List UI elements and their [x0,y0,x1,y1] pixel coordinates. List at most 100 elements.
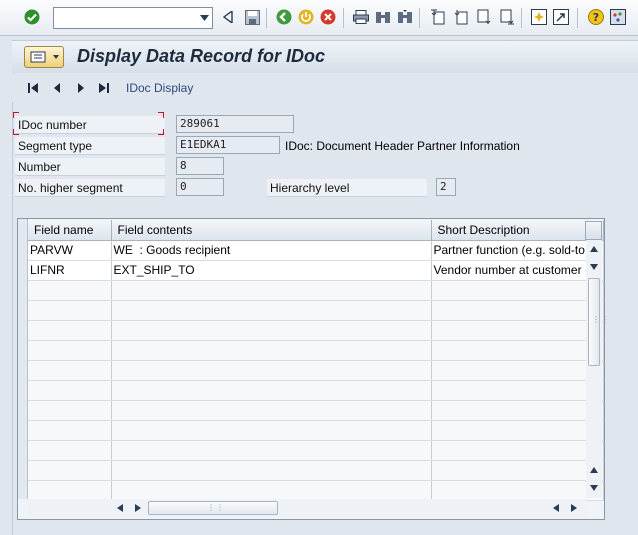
table-row[interactable]: LIFNR EXT_SHIP_TO Vendor number at custo… [28,260,604,281]
table-cell-empty[interactable] [111,380,432,401]
idoc-number-field[interactable]: 289061 [176,115,294,133]
screen-menu-button[interactable] [24,46,64,68]
table-cell-empty[interactable] [431,320,604,341]
table-cell-empty[interactable] [28,420,112,441]
grip-icon: ⋮⋮ [592,315,610,324]
table-cell-empty[interactable] [111,340,432,361]
first-record-icon[interactable] [26,81,40,95]
first-page-icon[interactable] [429,8,447,26]
table-cell-empty[interactable] [28,380,112,401]
exit-icon[interactable] [297,8,315,26]
scroll-right-icon[interactable] [132,502,144,514]
table-cell-empty[interactable] [431,340,604,361]
back-arrow-icon[interactable] [219,8,237,26]
table-row-empty[interactable] [28,440,604,461]
table-cell-empty[interactable] [111,460,432,481]
table-cell-empty[interactable] [431,280,604,301]
table-cell-empty[interactable] [28,400,112,421]
table-cell-empty[interactable] [431,400,604,421]
table-cell[interactable]: Vendor number at customer [431,260,604,281]
table-cell-empty[interactable] [111,440,432,461]
column-header-field-contents[interactable]: Field contents [111,220,432,241]
back-icon[interactable] [275,8,293,26]
table-cell-empty[interactable] [111,300,432,321]
table-cell-empty[interactable] [431,300,604,321]
vertical-scroll-thumb[interactable]: ⋮⋮ [588,278,609,366]
horizontal-scrollbar[interactable]: ⋮⋮ [28,499,586,517]
table-cell-empty[interactable] [431,480,604,501]
shortcut-icon[interactable] [552,8,570,26]
table-cell-empty[interactable] [28,300,112,321]
scroll-page-left-icon[interactable] [550,502,562,514]
scroll-left-icon[interactable] [114,502,126,514]
table-row-empty[interactable] [28,280,604,301]
scroll-up-icon[interactable] [588,243,600,255]
table-cell-empty[interactable] [28,460,112,481]
table-cell-empty[interactable] [111,480,432,501]
help-icon[interactable]: ? [587,8,605,26]
scroll-page-down-icon[interactable] [588,482,600,494]
hierarchy-level-field[interactable]: 2 [436,178,456,196]
table-cell-empty[interactable] [431,460,604,481]
vertical-scrollbar[interactable]: ⋮⋮ [586,240,609,498]
table-cell-empty[interactable] [111,420,432,441]
find-icon[interactable] [374,8,392,26]
command-dropdown-icon[interactable] [196,8,212,28]
row-selector-column[interactable] [18,219,28,499]
table-cell-empty[interactable] [28,480,112,501]
table-cell-empty[interactable] [431,440,604,461]
scroll-page-up-icon[interactable] [588,464,600,476]
table-row-empty[interactable] [28,420,604,441]
table-row-empty[interactable] [28,380,604,401]
higher-segment-field[interactable]: 0 [176,178,224,196]
scroll-page-right-icon[interactable] [568,502,580,514]
table-cell[interactable]: Partner function (e.g. sold-to [431,240,604,261]
table-row-empty[interactable] [28,320,604,341]
command-field[interactable] [53,7,213,29]
table-cell-empty[interactable] [28,360,112,381]
print-icon[interactable] [352,8,370,26]
cancel-icon[interactable] [319,8,337,26]
table-cell[interactable]: EXT_SHIP_TO [111,260,432,281]
table-cell[interactable]: PARVW [28,240,112,261]
column-config-button[interactable] [585,221,602,240]
table-row-empty[interactable] [28,340,604,361]
last-page-icon[interactable] [498,8,516,26]
table-cell-empty[interactable] [111,280,432,301]
previous-page-icon[interactable] [452,8,470,26]
next-record-icon[interactable] [74,81,88,95]
scroll-down-icon[interactable] [588,261,600,273]
column-header-short-description[interactable]: Short Description [431,220,604,241]
table-cell-empty[interactable] [431,360,604,381]
table-row-empty[interactable] [28,300,604,321]
table-cell[interactable]: LIFNR [28,260,112,281]
last-record-icon[interactable] [97,81,111,95]
horizontal-scroll-thumb[interactable]: ⋮⋮ [148,501,278,515]
column-header-field-name[interactable]: Field name [28,220,112,241]
save-icon[interactable] [243,8,261,26]
table-cell-empty[interactable] [111,320,432,341]
table-cell[interactable]: WE : Goods recipient [111,240,432,261]
next-page-icon[interactable] [475,8,493,26]
table-cell-empty[interactable] [28,440,112,461]
table-cell-empty[interactable] [111,400,432,421]
table-row-empty[interactable] [28,360,604,381]
table-row-empty[interactable] [28,480,604,501]
table-row[interactable]: PARVW WE : Goods recipient Partner funct… [28,240,604,261]
find-next-icon[interactable] [396,8,414,26]
table-cell-empty[interactable] [28,280,112,301]
table-cell-empty[interactable] [28,320,112,341]
table-cell-empty[interactable] [431,380,604,401]
previous-record-icon[interactable] [50,81,64,95]
table-cell-empty[interactable] [28,340,112,361]
enter-icon[interactable] [23,8,41,26]
idoc-display-button[interactable]: IDoc Display [126,81,193,95]
table-row-empty[interactable] [28,400,604,421]
table-cell-empty[interactable] [431,420,604,441]
segment-type-field[interactable]: E1EDKA1 [176,136,280,154]
table-cell-empty[interactable] [111,360,432,381]
customize-layout-icon[interactable] [609,8,627,26]
number-field[interactable]: 8 [176,157,224,175]
table-row-empty[interactable] [28,460,604,481]
create-session-icon[interactable] [530,8,548,26]
